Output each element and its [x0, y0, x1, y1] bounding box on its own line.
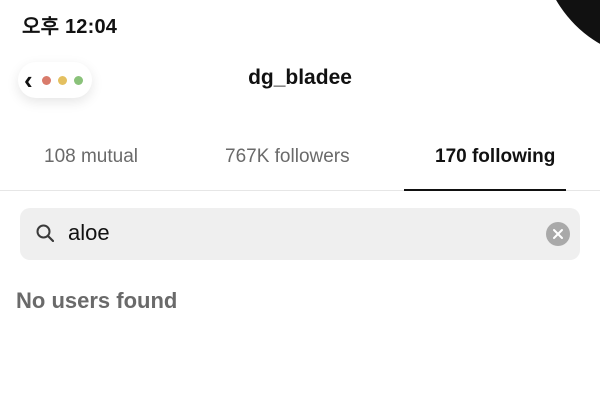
status-time: 오후 12:04: [22, 16, 118, 38]
tab-mutual[interactable]: 108 mutual: [44, 146, 138, 168]
tab-followers[interactable]: 767K followers: [225, 146, 350, 168]
tab-bar: 108 mutual 767K followers 170 following: [0, 130, 600, 191]
search-icon: [36, 224, 55, 243]
tab-following[interactable]: 170 following: [435, 146, 555, 168]
status-bar: 오후 12:04: [0, 0, 600, 60]
search-input[interactable]: [68, 218, 528, 248]
search-bar[interactable]: [20, 208, 580, 260]
nav-bar: ‹ dg_bladee: [0, 50, 600, 110]
tab-selected-indicator: [404, 189, 566, 191]
page-title: dg_bladee: [248, 66, 352, 89]
empty-results-message: No users found: [16, 288, 178, 313]
clear-icon[interactable]: [546, 222, 570, 246]
